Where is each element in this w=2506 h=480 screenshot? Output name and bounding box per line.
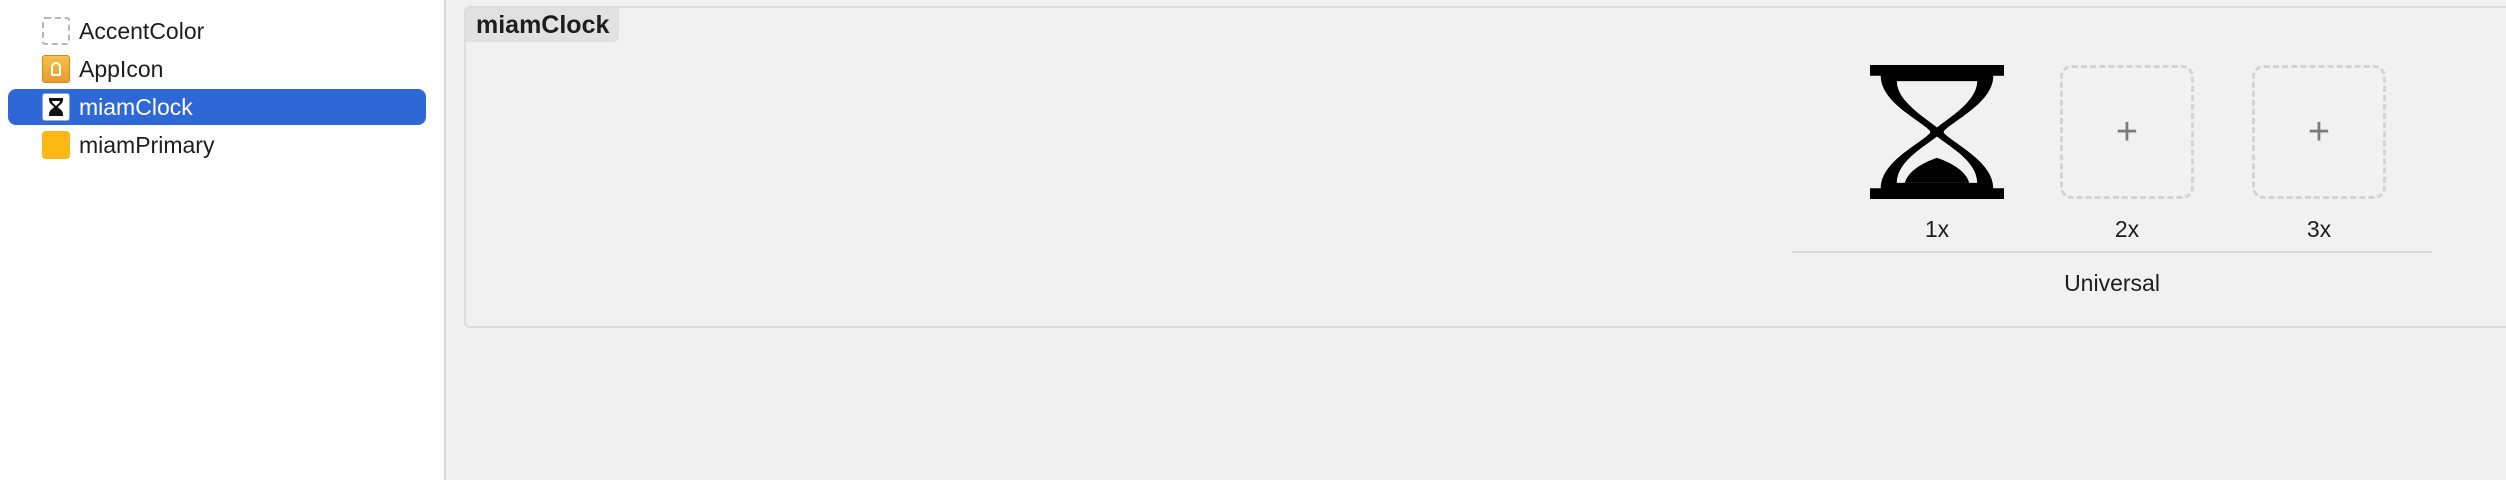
color-set-icon [42, 17, 70, 45]
group-divider [1792, 251, 2432, 253]
asset-item-appicon[interactable]: AppIcon [8, 51, 426, 87]
asset-item-label: miamPrimary [79, 131, 215, 158]
app-icon-set-icon [42, 55, 70, 83]
asset-item-label: AppIcon [79, 55, 164, 82]
color-swatch-icon [42, 131, 70, 159]
slot-3x[interactable]: + [2252, 65, 2386, 199]
hourglass-icon [1870, 65, 2004, 199]
asset-item-accentcolor[interactable]: AccentColor [8, 13, 426, 49]
image-set-title: miamClock [466, 8, 620, 42]
asset-item-label: AccentColor [79, 17, 205, 44]
add-icon: + [2307, 110, 2331, 153]
asset-list-sidebar: AccentColor AppIcon miamClock miamPrimar… [0, 0, 446, 480]
scale-label-1x: 1x [1924, 216, 1950, 242]
add-icon: + [2115, 110, 2139, 153]
scale-label-2x: 2x [2114, 216, 2140, 242]
asset-item-miamprimary[interactable]: miamPrimary [8, 127, 426, 163]
asset-item-miamclock[interactable]: miamClock [8, 89, 426, 125]
image-set-panel: miamClock 1x + 2x + 3x Universal [464, 6, 2506, 328]
device-group-label: Universal [2064, 270, 2160, 296]
scale-label-3x: 3x [2306, 216, 2332, 242]
asset-item-label: miamClock [79, 93, 193, 120]
asset-editor: miamClock 1x + 2x + 3x Universal [448, 0, 2506, 480]
hourglass-thumbnail-icon [42, 93, 70, 121]
slot-2x[interactable]: + [2060, 65, 2194, 199]
slot-1x[interactable] [1870, 65, 2004, 199]
